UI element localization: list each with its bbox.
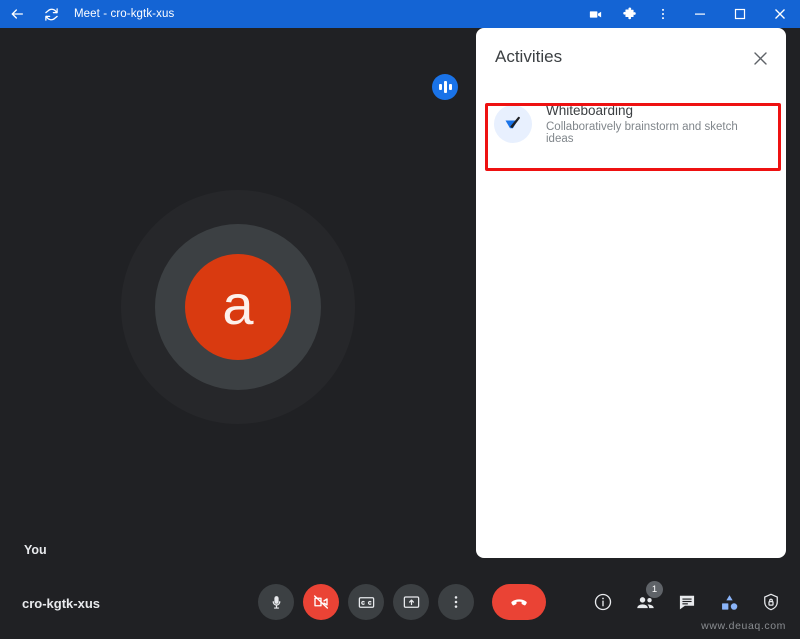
meeting-details-icon[interactable]	[586, 585, 620, 619]
avatar: a	[185, 254, 291, 360]
present-screen-button[interactable]	[393, 584, 429, 620]
end-call-button[interactable]	[492, 584, 546, 620]
panel-toggle-controls: 1	[586, 585, 788, 619]
activity-text: Whiteboarding Collaboratively brainstorm…	[546, 103, 768, 145]
activity-description: Collaboratively brainstorm and sketch id…	[546, 121, 768, 145]
audio-bars	[439, 81, 452, 93]
microphone-button[interactable]	[258, 584, 294, 620]
more-options-button[interactable]	[438, 584, 474, 620]
host-controls-icon[interactable]	[754, 585, 788, 619]
three-dot-menu-icon[interactable]	[646, 0, 680, 28]
maximize-button[interactable]	[720, 0, 760, 28]
watermark: www.deuaq.com	[701, 620, 786, 632]
jamboard-whiteboard-icon	[494, 105, 532, 143]
page-title: Activities	[495, 47, 562, 67]
minimize-button[interactable]	[680, 0, 720, 28]
titlebar-controls	[578, 0, 800, 28]
people-count-badge: 1	[646, 581, 663, 598]
list-item[interactable]: Whiteboarding Collaboratively brainstorm…	[484, 91, 778, 157]
window-titlebar: Meet - cro-kgtk-xus	[0, 0, 800, 28]
people-icon[interactable]: 1	[628, 585, 662, 619]
close-button[interactable]	[760, 0, 800, 28]
activities-panel-header: Activities	[476, 28, 786, 88]
reload-icon[interactable]	[34, 0, 68, 28]
meeting-bottom-bar: cro-kgtk-xus	[0, 570, 800, 639]
activities-panel: Activities Whiteboardi	[476, 28, 786, 558]
video-camera-icon[interactable]	[578, 0, 612, 28]
activity-name: Whiteboarding	[546, 103, 768, 118]
call-controls	[258, 584, 546, 620]
self-name-label: You	[24, 543, 47, 557]
self-video-tile[interactable]: a You	[0, 28, 476, 571]
close-icon[interactable]	[746, 44, 774, 72]
app-window: Meet - cro-kgtk-xus	[0, 0, 800, 639]
avatar-letter: a	[222, 277, 253, 333]
meeting-stage: a You Activities	[0, 28, 800, 639]
captions-button[interactable]	[348, 584, 384, 620]
activities-icon[interactable]	[712, 585, 746, 619]
window-title: Meet - cro-kgtk-xus	[74, 8, 174, 20]
back-arrow-icon[interactable]	[0, 0, 34, 28]
audio-level-icon	[432, 74, 458, 100]
activities-list: Whiteboarding Collaboratively brainstorm…	[484, 91, 778, 157]
puzzle-piece-icon[interactable]	[612, 0, 646, 28]
camera-off-button[interactable]	[303, 584, 339, 620]
meeting-code: cro-kgtk-xus	[22, 596, 100, 611]
chat-icon[interactable]	[670, 585, 704, 619]
